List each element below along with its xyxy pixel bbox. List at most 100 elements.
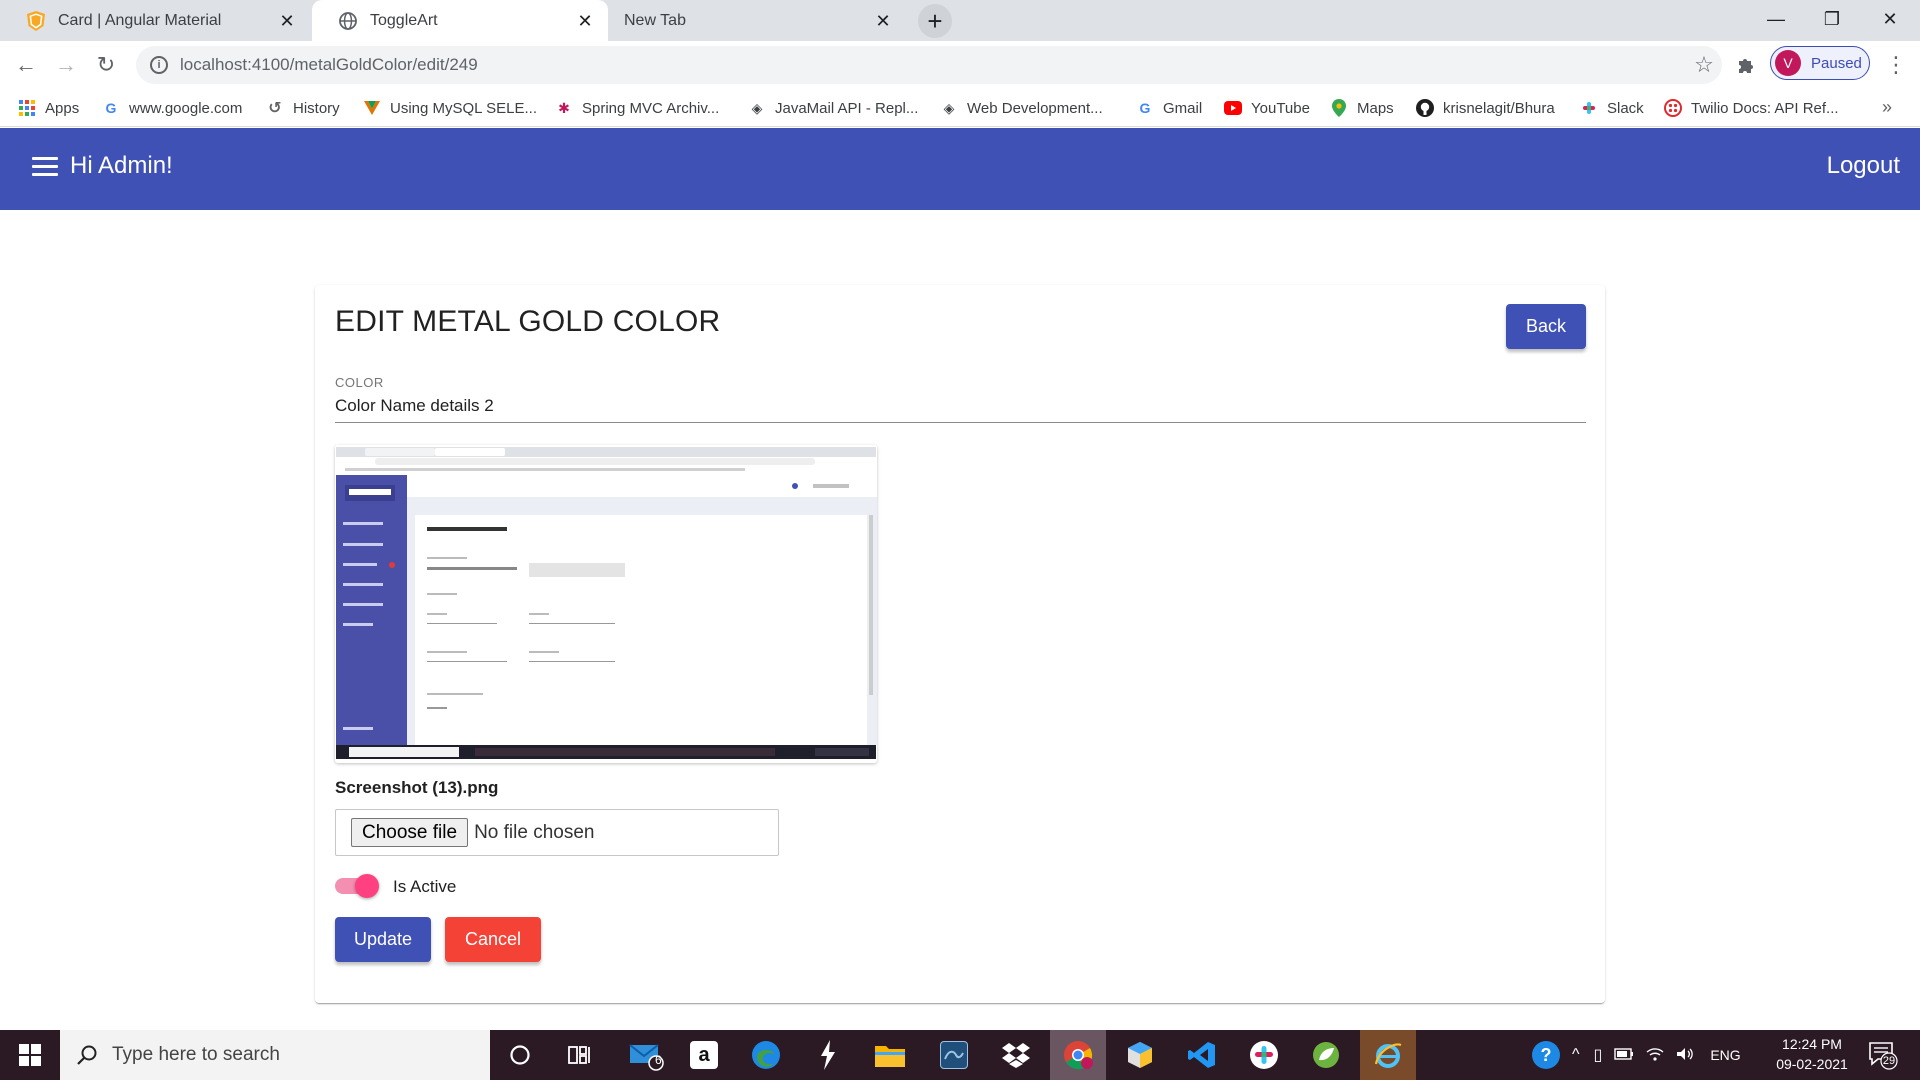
file-input[interactable]: Choose file No file chosen: [335, 809, 779, 856]
color-name-input[interactable]: Color Name details 2: [335, 396, 494, 416]
back-button[interactable]: Back: [1506, 304, 1586, 349]
address-url[interactable]: localhost:4100/metalGoldColor/edit/249: [180, 55, 1686, 75]
bookmarks-overflow-icon[interactable]: »: [1882, 97, 1892, 118]
lightning-app-icon[interactable]: [800, 1030, 856, 1080]
cancel-button[interactable]: Cancel: [445, 917, 541, 962]
bookmark-apps[interactable]: Apps: [18, 96, 79, 120]
color-field-label: COLOR: [335, 375, 384, 390]
chrome-icon[interactable]: [1050, 1030, 1106, 1080]
search-icon: [77, 1045, 97, 1065]
bookmark-label: krisnelagit/Bhura: [1443, 99, 1555, 117]
slack-taskbar-icon[interactable]: [1236, 1030, 1292, 1080]
tab-close-icon[interactable]: ✕: [278, 12, 296, 30]
bookmark-twilio[interactable]: Twilio Docs: API Ref...: [1664, 96, 1839, 120]
bookmark-star-icon[interactable]: ☆: [1686, 52, 1722, 78]
bookmark-spring-mvc[interactable]: ✱ Spring MVC Archiv...: [555, 96, 719, 120]
logout-link[interactable]: Logout: [1827, 152, 1900, 180]
bookmark-github[interactable]: krisnelagit/Bhura: [1416, 96, 1555, 120]
update-button[interactable]: Update: [335, 917, 431, 962]
volume-icon[interactable]: [1676, 1047, 1694, 1064]
close-window-icon[interactable]: ✕: [1862, 0, 1918, 38]
tab-toggleart[interactable]: ToggleArt ✕: [312, 0, 608, 41]
admin-greeting: Hi Admin!: [70, 152, 173, 179]
bookmark-label: History: [293, 99, 340, 117]
notification-center-icon[interactable]: 29: [1868, 1040, 1898, 1070]
screenshot-thumbnail-image: [335, 445, 877, 763]
windows-taskbar: Type here to search 6 a ? ^ ▯ ENG 12:24 …: [0, 1030, 1920, 1080]
toggle-thumb[interactable]: [355, 874, 379, 898]
mysql-workbench-icon[interactable]: [926, 1030, 982, 1080]
edge-icon[interactable]: [738, 1030, 794, 1080]
spring-tool-suite-icon[interactable]: [1298, 1030, 1354, 1080]
profile-paused-button[interactable]: V Paused: [1770, 46, 1870, 80]
device-icon[interactable]: ▯: [1594, 1045, 1603, 1065]
battery-icon[interactable]: [1614, 1047, 1634, 1063]
bookmark-javamail[interactable]: ◈ JavaMail API - Repl...: [748, 96, 919, 120]
spring-icon: ✱: [558, 99, 570, 116]
reload-icon[interactable]: ↻: [90, 49, 122, 81]
angular-shield-icon: [26, 10, 46, 31]
app-header: Hi Admin! Logout: [0, 128, 1920, 210]
bookmark-gmail[interactable]: G Gmail: [1136, 96, 1203, 120]
help-icon[interactable]: ?: [1532, 1041, 1560, 1069]
task-view-icon[interactable]: [552, 1030, 608, 1080]
dropbox-icon[interactable]: [988, 1030, 1044, 1080]
mysql-icon: [363, 99, 381, 117]
is-active-toggle[interactable]: [335, 872, 381, 900]
tab-card-angular-material[interactable]: Card | Angular Material ✕: [0, 0, 310, 41]
profile-status: Paused: [1811, 54, 1862, 72]
clock-date: 09-02-2021: [1776, 1056, 1848, 1072]
slack-icon: [1580, 99, 1598, 117]
amazon-icon[interactable]: a: [676, 1030, 732, 1080]
language-indicator[interactable]: ENG: [1710, 1047, 1740, 1063]
site-info-icon[interactable]: i: [150, 56, 168, 74]
bookmark-slack[interactable]: Slack: [1580, 96, 1644, 120]
bookmark-maps[interactable]: Maps: [1330, 96, 1394, 120]
file-explorer-icon[interactable]: [862, 1030, 918, 1080]
extensions-puzzle-icon[interactable]: [1730, 49, 1762, 81]
github-icon: [1416, 99, 1434, 117]
tab-new-tab[interactable]: New Tab ✕: [610, 0, 906, 41]
tab-close-icon[interactable]: ✕: [874, 12, 892, 30]
globe-icon: [338, 11, 358, 31]
cortana-icon[interactable]: [492, 1030, 548, 1080]
windows-start-icon[interactable]: [0, 1030, 60, 1080]
bookmark-label: Maps: [1357, 99, 1394, 117]
bookmark-mysql[interactable]: Using MySQL SELE...: [363, 96, 537, 120]
address-bar[interactable]: i localhost:4100/metalGoldColor/edit/249…: [136, 46, 1722, 84]
bookmark-label: Slack: [1607, 99, 1644, 117]
profile-avatar: V: [1775, 50, 1801, 76]
tab-close-icon[interactable]: ✕: [576, 12, 594, 30]
taskbar-clock[interactable]: 12:24 PM 09-02-2021: [1762, 1034, 1862, 1074]
bookmark-label: www.google.com: [129, 99, 243, 117]
bookmark-label: Twilio Docs: API Ref...: [1691, 99, 1839, 117]
hamburger-menu-icon[interactable]: [32, 156, 58, 178]
forward-arrow-icon[interactable]: →: [50, 49, 82, 81]
choose-file-button[interactable]: Choose file: [351, 818, 469, 847]
tab-title: ToggleArt: [370, 11, 438, 29]
internet-explorer-icon[interactable]: [1360, 1030, 1416, 1080]
vscode-icon[interactable]: [1174, 1030, 1230, 1080]
is-active-label: Is Active: [393, 877, 457, 896]
browser-toolbar: ← → ↻ i localhost:4100/metalGoldColor/ed…: [0, 41, 1920, 89]
webdev-icon: ◈: [943, 99, 955, 116]
bookmark-youtube[interactable]: YouTube: [1224, 96, 1310, 120]
minimize-icon[interactable]: —: [1748, 0, 1804, 38]
uploaded-image-preview: [335, 445, 877, 763]
back-arrow-icon[interactable]: ←: [10, 49, 42, 81]
bookmark-web-development[interactable]: ◈ Web Development...: [940, 96, 1103, 120]
taskbar-search-box[interactable]: Type here to search: [60, 1030, 490, 1080]
bookmark-google[interactable]: G www.google.com: [102, 96, 243, 120]
taskbar-search-placeholder: Type here to search: [112, 1044, 280, 1065]
history-icon: ↺: [268, 100, 282, 117]
mail-icon[interactable]: 6: [618, 1030, 674, 1080]
new-tab-plus-icon[interactable]: +: [918, 4, 952, 38]
virtualbox-cube-icon[interactable]: [1112, 1030, 1168, 1080]
tray-chevron-up-icon[interactable]: ^: [1572, 1046, 1580, 1064]
bookmark-history[interactable]: ↺ History: [266, 96, 340, 120]
wifi-icon[interactable]: [1646, 1047, 1664, 1064]
tab-title: Card | Angular Material: [58, 11, 222, 29]
browser-menu-icon[interactable]: ⋮: [1880, 49, 1912, 81]
clock-time: 12:24 PM: [1782, 1036, 1842, 1052]
restore-icon[interactable]: ❐: [1804, 0, 1860, 38]
